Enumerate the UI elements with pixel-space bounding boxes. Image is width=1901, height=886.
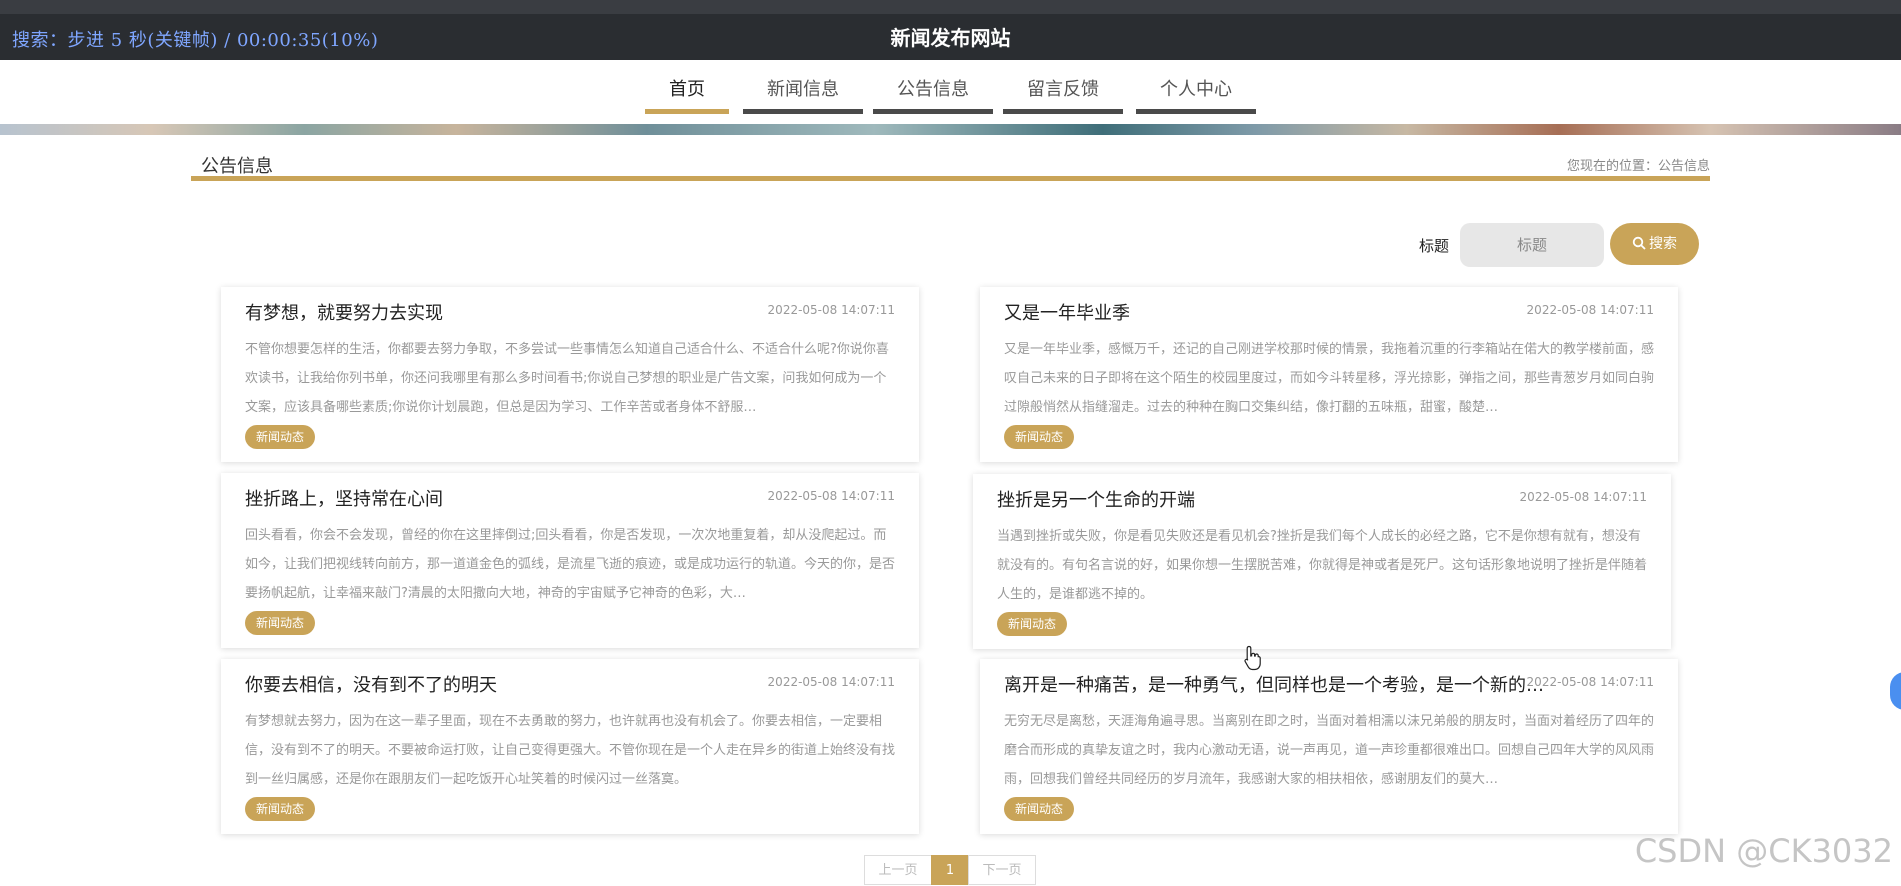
category-badge[interactable]: 新闻动态 — [245, 425, 316, 449]
card-summary: 又是一年毕业季，感慨万千，还记的自己刚进学校那时候的情景，我拖着沉重的行李箱站在… — [1004, 342, 1654, 415]
card-title[interactable]: 离开是一种痛苦，是一种勇气，但同样也是一个考验，是一个新的… — [1004, 671, 1544, 697]
notice-card[interactable]: 离开是一种痛苦，是一种勇气，但同样也是一个考验，是一个新的… 2022-05-0… — [980, 659, 1678, 834]
title-search-input[interactable] — [1460, 223, 1604, 267]
category-badge[interactable]: 新闻动态 — [997, 612, 1068, 636]
site-title: 新闻发布网站 — [890, 26, 1011, 50]
nav-item-news[interactable]: 新闻信息 — [743, 74, 863, 114]
card-date: 2022-05-08 14:07:11 — [1519, 490, 1647, 504]
nav-item-home[interactable]: 首页 — [645, 74, 729, 114]
search-icon — [1632, 236, 1646, 250]
card-title[interactable]: 又是一年毕业季 — [1004, 299, 1130, 325]
card-summary: 无穷无尽是离愁，天涯海角遍寻思。当离别在即之时，当面对着相濡以沫兄弟般的朋友时，… — [1004, 714, 1654, 787]
search-label: 标题 — [1419, 237, 1450, 255]
notice-card-hovered[interactable]: 挫折是另一个生命的开端 2022-05-08 14:07:11 当遇到挫折或失败… — [973, 474, 1671, 649]
window-title-strip — [0, 0, 1901, 14]
card-date: 2022-05-08 14:07:11 — [1526, 303, 1654, 317]
notice-card[interactable]: 有梦想，就要努力去实现 2022-05-08 14:07:11 不管你想要怎样的… — [221, 287, 919, 462]
card-title[interactable]: 你要去相信，没有到不了的明天 — [245, 671, 497, 697]
category-badge[interactable]: 新闻动态 — [1004, 797, 1075, 821]
card-summary: 当遇到挫折或失败，你是看见失败还是看见机会?挫折是我们每个人成长的必经之路，它不… — [997, 529, 1647, 602]
category-badge[interactable]: 新闻动态 — [245, 611, 316, 635]
next-page-button[interactable]: 下一页 — [968, 855, 1036, 885]
section-divider — [191, 176, 1710, 181]
banner-image — [0, 124, 1901, 135]
card-summary: 回头看看，你会不会发现，曾经的你在这里摔倒过;回头看看，你是否发现，一次次地重复… — [245, 528, 895, 601]
page-number-button[interactable]: 1 — [931, 855, 969, 885]
search-button-label: 搜索 — [1649, 236, 1677, 252]
hand-cursor-icon — [1244, 645, 1261, 671]
nav-item-user-center[interactable]: 个人中心 — [1136, 74, 1256, 114]
card-date: 2022-05-08 14:07:11 — [767, 675, 895, 689]
nav-item-feedback[interactable]: 留言反馈 — [1003, 74, 1123, 114]
watermark: CSDN @CK3032 — [1634, 832, 1893, 870]
notice-card[interactable]: 挫折路上，坚持常在心间 2022-05-08 14:07:11 回头看看，你会不… — [221, 473, 919, 648]
card-summary: 有梦想就去努力，因为在这一辈子里面，现在不去勇敢的努力，也许就再也没有机会了。你… — [245, 714, 895, 787]
card-summary: 不管你想要怎样的生活，你都要去努力争取，不多尝试一些事情怎么知道自己适合什么、不… — [245, 342, 889, 415]
card-title[interactable]: 挫折路上，坚持常在心间 — [245, 485, 443, 511]
main-nav: 首页 新闻信息 公告信息 留言反馈 个人中心 — [0, 60, 1901, 124]
category-badge[interactable]: 新闻动态 — [245, 797, 316, 821]
card-date: 2022-05-08 14:07:11 — [1526, 675, 1654, 689]
card-title[interactable]: 有梦想，就要努力去实现 — [245, 299, 443, 325]
notice-card[interactable]: 又是一年毕业季 2022-05-08 14:07:11 又是一年毕业季，感慨万千… — [980, 287, 1678, 462]
breadcrumb: 您现在的位置：公告信息 — [1566, 159, 1710, 174]
card-date: 2022-05-08 14:07:11 — [767, 303, 895, 317]
prev-page-button[interactable]: 上一页 — [864, 855, 932, 885]
category-badge[interactable]: 新闻动态 — [1004, 425, 1075, 449]
notice-card[interactable]: 你要去相信，没有到不了的明天 2022-05-08 14:07:11 有梦想就去… — [221, 659, 919, 834]
nav-item-notices[interactable]: 公告信息 — [873, 74, 993, 114]
floating-widget[interactable] — [1890, 672, 1901, 710]
card-title[interactable]: 挫折是另一个生命的开端 — [997, 486, 1195, 512]
search-button[interactable]: 搜索 — [1610, 223, 1699, 265]
section-title: 公告信息 — [201, 156, 273, 177]
card-date: 2022-05-08 14:07:11 — [767, 489, 895, 503]
